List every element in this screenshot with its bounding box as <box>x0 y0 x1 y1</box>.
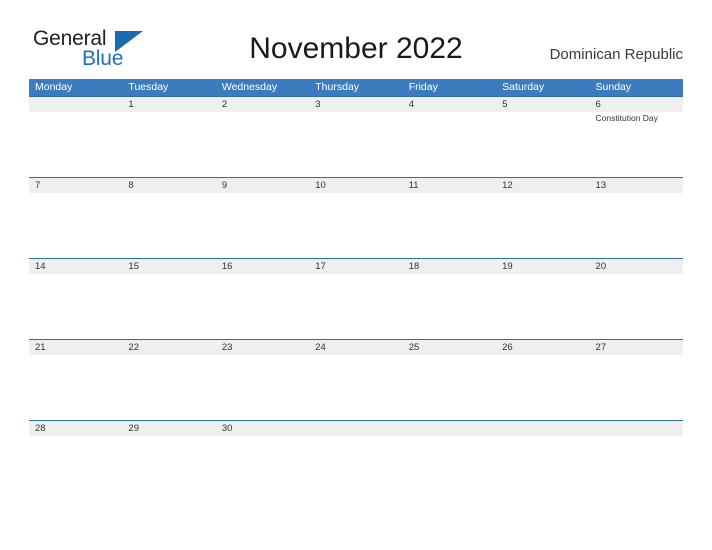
calendar-week-row: 1 2 3 4 5 6 Constitution Day <box>29 96 683 177</box>
day-event <box>403 274 496 339</box>
day-number[interactable]: 5 <box>496 97 589 112</box>
day-number[interactable]: 7 <box>29 178 122 193</box>
day-event <box>29 355 122 420</box>
week-event-band: Constitution Day <box>29 112 683 177</box>
calendar-week-row: 28 29 30 <box>29 420 683 436</box>
day-event <box>403 193 496 258</box>
week-event-band <box>29 274 683 339</box>
week-event-band <box>29 193 683 258</box>
day-number[interactable]: 12 <box>496 178 589 193</box>
day-number[interactable]: 27 <box>590 340 683 355</box>
day-number[interactable] <box>309 421 402 436</box>
day-number[interactable]: 1 <box>122 97 215 112</box>
day-event <box>29 193 122 258</box>
day-number[interactable]: 21 <box>29 340 122 355</box>
day-number[interactable]: 14 <box>29 259 122 274</box>
weekday-header-saturday: Saturday <box>502 81 545 93</box>
day-event <box>309 274 402 339</box>
day-number[interactable]: 28 <box>29 421 122 436</box>
day-number[interactable]: 22 <box>122 340 215 355</box>
day-number[interactable]: 20 <box>590 259 683 274</box>
day-event <box>122 355 215 420</box>
country-label: Dominican Republic <box>549 46 683 63</box>
week-number-band: 7 8 9 10 11 12 13 <box>29 177 683 193</box>
week-number-band: 14 15 16 17 18 19 20 <box>29 258 683 274</box>
day-number[interactable]: 26 <box>496 340 589 355</box>
day-event <box>216 112 309 177</box>
day-number[interactable]: 30 <box>216 421 309 436</box>
day-number[interactable]: 3 <box>309 97 402 112</box>
day-event <box>309 193 402 258</box>
day-number[interactable]: 18 <box>403 259 496 274</box>
calendar-week-row: 14 15 16 17 18 19 20 <box>29 258 683 339</box>
calendar-week-row: 7 8 9 10 11 12 13 <box>29 177 683 258</box>
day-event <box>590 355 683 420</box>
weekday-header-row: Monday Tuesday Wednesday Thursday Friday… <box>29 79 683 96</box>
week-number-band: 21 22 23 24 25 26 27 <box>29 339 683 355</box>
day-number[interactable]: 2 <box>216 97 309 112</box>
day-number[interactable]: 23 <box>216 340 309 355</box>
weekday-header-monday: Monday <box>35 81 73 93</box>
day-number[interactable]: 13 <box>590 178 683 193</box>
day-number[interactable] <box>403 421 496 436</box>
day-event <box>496 355 589 420</box>
day-number[interactable]: 8 <box>122 178 215 193</box>
day-number[interactable]: 4 <box>403 97 496 112</box>
day-event <box>590 193 683 258</box>
day-event <box>496 112 589 177</box>
day-number[interactable] <box>590 421 683 436</box>
day-number[interactable]: 10 <box>309 178 402 193</box>
day-number[interactable]: 29 <box>122 421 215 436</box>
week-number-band: 28 29 30 <box>29 420 683 436</box>
week-number-band: 1 2 3 4 5 6 <box>29 96 683 112</box>
weekday-header-wednesday: Wednesday <box>221 81 278 93</box>
day-number[interactable]: 15 <box>122 259 215 274</box>
day-number[interactable]: 19 <box>496 259 589 274</box>
day-event <box>216 274 309 339</box>
day-event <box>496 274 589 339</box>
week-event-band <box>29 355 683 420</box>
calendar-grid: Monday Tuesday Wednesday Thursday Friday… <box>29 79 683 436</box>
day-number[interactable]: 11 <box>403 178 496 193</box>
weekday-header-tuesday: Tuesday <box>128 81 169 93</box>
day-number[interactable] <box>29 97 122 112</box>
day-number[interactable]: 6 <box>590 97 683 112</box>
day-event <box>403 355 496 420</box>
weekday-header-sunday: Sunday <box>595 81 632 93</box>
day-number[interactable]: 25 <box>403 340 496 355</box>
day-event <box>496 193 589 258</box>
day-event <box>590 274 683 339</box>
day-event <box>216 193 309 258</box>
day-event <box>216 355 309 420</box>
day-number[interactable]: 24 <box>309 340 402 355</box>
page-header: General Blue November 2022 Dominican Rep… <box>0 0 712 78</box>
calendar-week-row: 21 22 23 24 25 26 27 <box>29 339 683 420</box>
calendar-page: General Blue November 2022 Dominican Rep… <box>0 0 712 550</box>
day-event <box>403 112 496 177</box>
day-event <box>309 112 402 177</box>
day-number[interactable]: 16 <box>216 259 309 274</box>
day-event <box>122 274 215 339</box>
day-event <box>29 112 122 177</box>
day-event <box>122 193 215 258</box>
day-number[interactable] <box>496 421 589 436</box>
weekday-header-thursday: Thursday <box>315 81 360 93</box>
day-event <box>122 112 215 177</box>
day-number[interactable]: 9 <box>216 178 309 193</box>
day-event: Constitution Day <box>595 113 658 123</box>
day-event <box>309 355 402 420</box>
day-number[interactable]: 17 <box>309 259 402 274</box>
day-event <box>29 274 122 339</box>
weekday-header-friday: Friday <box>408 81 438 93</box>
